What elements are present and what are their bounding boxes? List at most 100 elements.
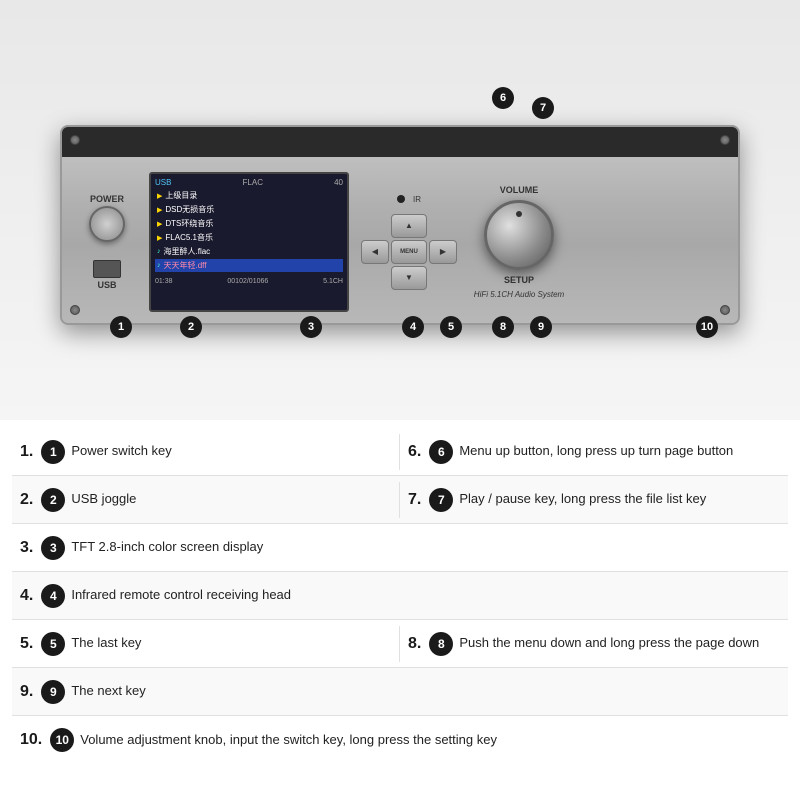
desc-cell-4: 4. 4 Infrared remote control receiving h… [12,578,788,614]
file-item: ▶ FLAC5.1音乐 [155,231,343,244]
badge-3: 3 [300,316,322,338]
nav-empty-tl [361,214,389,238]
folder-icon: ▶ [157,220,162,228]
screen-header: USB FLAC 40 [155,178,343,187]
knob-indicator [516,211,522,217]
desc-text-7: Play / pause key, long press the file li… [459,491,706,508]
file-name: 上级目录 [165,190,197,201]
nav-right-button[interactable]: ▶ [429,240,457,264]
file-item: ▶ 上级目录 [155,189,343,202]
badge-1: 1 [110,316,132,338]
desc-dot-9: 9. [20,683,33,701]
desc-dot-6: 6. [408,443,421,461]
file-item: ▶ DTS环绕音乐 [155,217,343,230]
music-icon: ♪ [157,248,161,255]
file-name: 海里醉人.flac [164,246,211,257]
track-count: 00102/01066 [227,278,268,285]
file-name: DTS环绕音乐 [165,218,213,229]
desc-num-1: 1 [41,440,65,464]
screen-file-list: ▶ 上级目录 ▶ DSD无损音乐 ▶ DTS环绕音乐 ▶ [155,189,343,272]
nav-cross: ▲ ◀ MENU ▶ ▼ [361,214,457,290]
badge-6: 6 [492,87,514,109]
desc-num-9: 9 [41,680,65,704]
volume-label: VOLUME [500,185,539,195]
screen-wrapper: USB FLAC 40 ▶ 上级目录 ▶ DSD无损音乐 [149,172,349,312]
screw-tr [720,135,730,145]
folder-icon: ▶ [157,192,162,200]
desc-text-3: TFT 2.8-inch color screen display [71,539,263,556]
desc-row-1-6: 1. 1 Power switch key 6. 6 Menu up butto… [12,428,788,476]
desc-text-4: Infrared remote control receiving head [71,587,291,604]
screen-footer: 01:38 00102/01066 5.1CH [155,278,343,285]
nav-down-button[interactable]: ▼ [391,266,427,290]
power-button[interactable] [89,206,125,242]
ir-row: IR [397,195,421,204]
desc-row-10: 10. 10 Volume adjustment knob, input the… [12,716,788,764]
desc-dot-7: 7. [408,491,421,509]
badge-7: 7 [532,97,554,119]
desc-cell-6: 6. 6 Menu up button, long press up turn … [400,434,788,470]
desc-cell-1: 1. 1 Power switch key [12,434,400,470]
desc-row-2-7: 2. 2 USB joggle 7. 7 Play / pause key, l… [12,476,788,524]
hifi-device: POWER USB USB FLAC 40 [60,125,740,325]
description-area: 1. 1 Power switch key 6. 6 Menu up butto… [0,420,800,772]
desc-dot-10: 10. [20,731,42,749]
ir-receiver [397,195,405,203]
desc-num-2: 2 [41,488,65,512]
folder-icon: ▶ [157,234,162,242]
nav-up-button[interactable]: ▲ [391,214,427,238]
hifi-system-label: HiFi 5.1CH Audio System [474,290,564,299]
screen-num: 40 [334,178,343,187]
desc-num-7: 7 [429,488,453,512]
desc-cell-5: 5. 5 The last key [12,626,400,662]
badge-5: 5 [440,316,462,338]
desc-text-2: USB joggle [71,491,136,508]
badge-2: 2 [180,316,202,338]
desc-num-4: 4 [41,584,65,608]
badge-9: 9 [530,316,552,338]
desc-num-6: 6 [429,440,453,464]
desc-cell-7: 7. 7 Play / pause key, long press the fi… [400,482,788,518]
music-icon: ♪ [157,262,161,269]
left-section: POWER USB [77,194,137,290]
usb-port [93,260,121,278]
desc-text-9: The next key [71,683,145,700]
badge-8: 8 [492,316,514,338]
desc-cell-9: 9. 9 The next key [12,674,788,710]
folder-icon: ▶ [157,206,162,214]
volume-knob[interactable] [484,200,554,270]
nav-left-button[interactable]: ◀ [361,240,389,264]
desc-num-3: 3 [41,536,65,560]
screen-usb-tag: USB [155,178,171,187]
desc-num-10: 10 [50,728,74,752]
device-body: POWER USB USB FLAC 40 [62,157,738,327]
file-item: ▶ DSD无损音乐 [155,203,343,216]
desc-dot-5: 5. [20,635,33,653]
nav-menu-button[interactable]: MENU [391,240,427,264]
nav-empty-bl [361,266,389,290]
badge-10: 10 [696,316,718,338]
screw-bl [70,305,80,315]
desc-dot-8: 8. [408,635,421,653]
desc-dot-3: 3. [20,539,33,557]
desc-row-4: 4. 4 Infrared remote control receiving h… [12,572,788,620]
desc-text-5: The last key [71,635,141,652]
nav-section: IR ▲ ◀ MENU ▶ ▼ [361,195,457,290]
file-name: FLAC5.1音乐 [165,232,213,243]
desc-dot-4: 4. [20,587,33,605]
nav-empty-tr [429,214,457,238]
desc-cell-10: 10. 10 Volume adjustment knob, input the… [12,722,788,758]
desc-dot-1: 1. [20,443,33,461]
desc-text-10: Volume adjustment knob, input the switch… [80,732,497,749]
audio-mode: 5.1CH [323,278,343,285]
desc-text-6: Menu up button, long press up turn page … [459,443,733,460]
desc-cell-2: 2. 2 USB joggle [12,482,400,518]
desc-text-8: Push the menu down and long press the pa… [459,635,759,652]
desc-cell-3: 3. 3 TFT 2.8-inch color screen display [12,530,788,566]
playback-time: 01:38 [155,278,173,285]
power-label: POWER [90,194,124,204]
right-section: VOLUME SETUP HiFi 5.1CH Audio System [469,185,569,299]
nav-empty-br [429,266,457,290]
file-item-selected: ♪ 天天年轻.dff [155,259,343,272]
file-name: 天天年轻.dff [164,260,207,271]
